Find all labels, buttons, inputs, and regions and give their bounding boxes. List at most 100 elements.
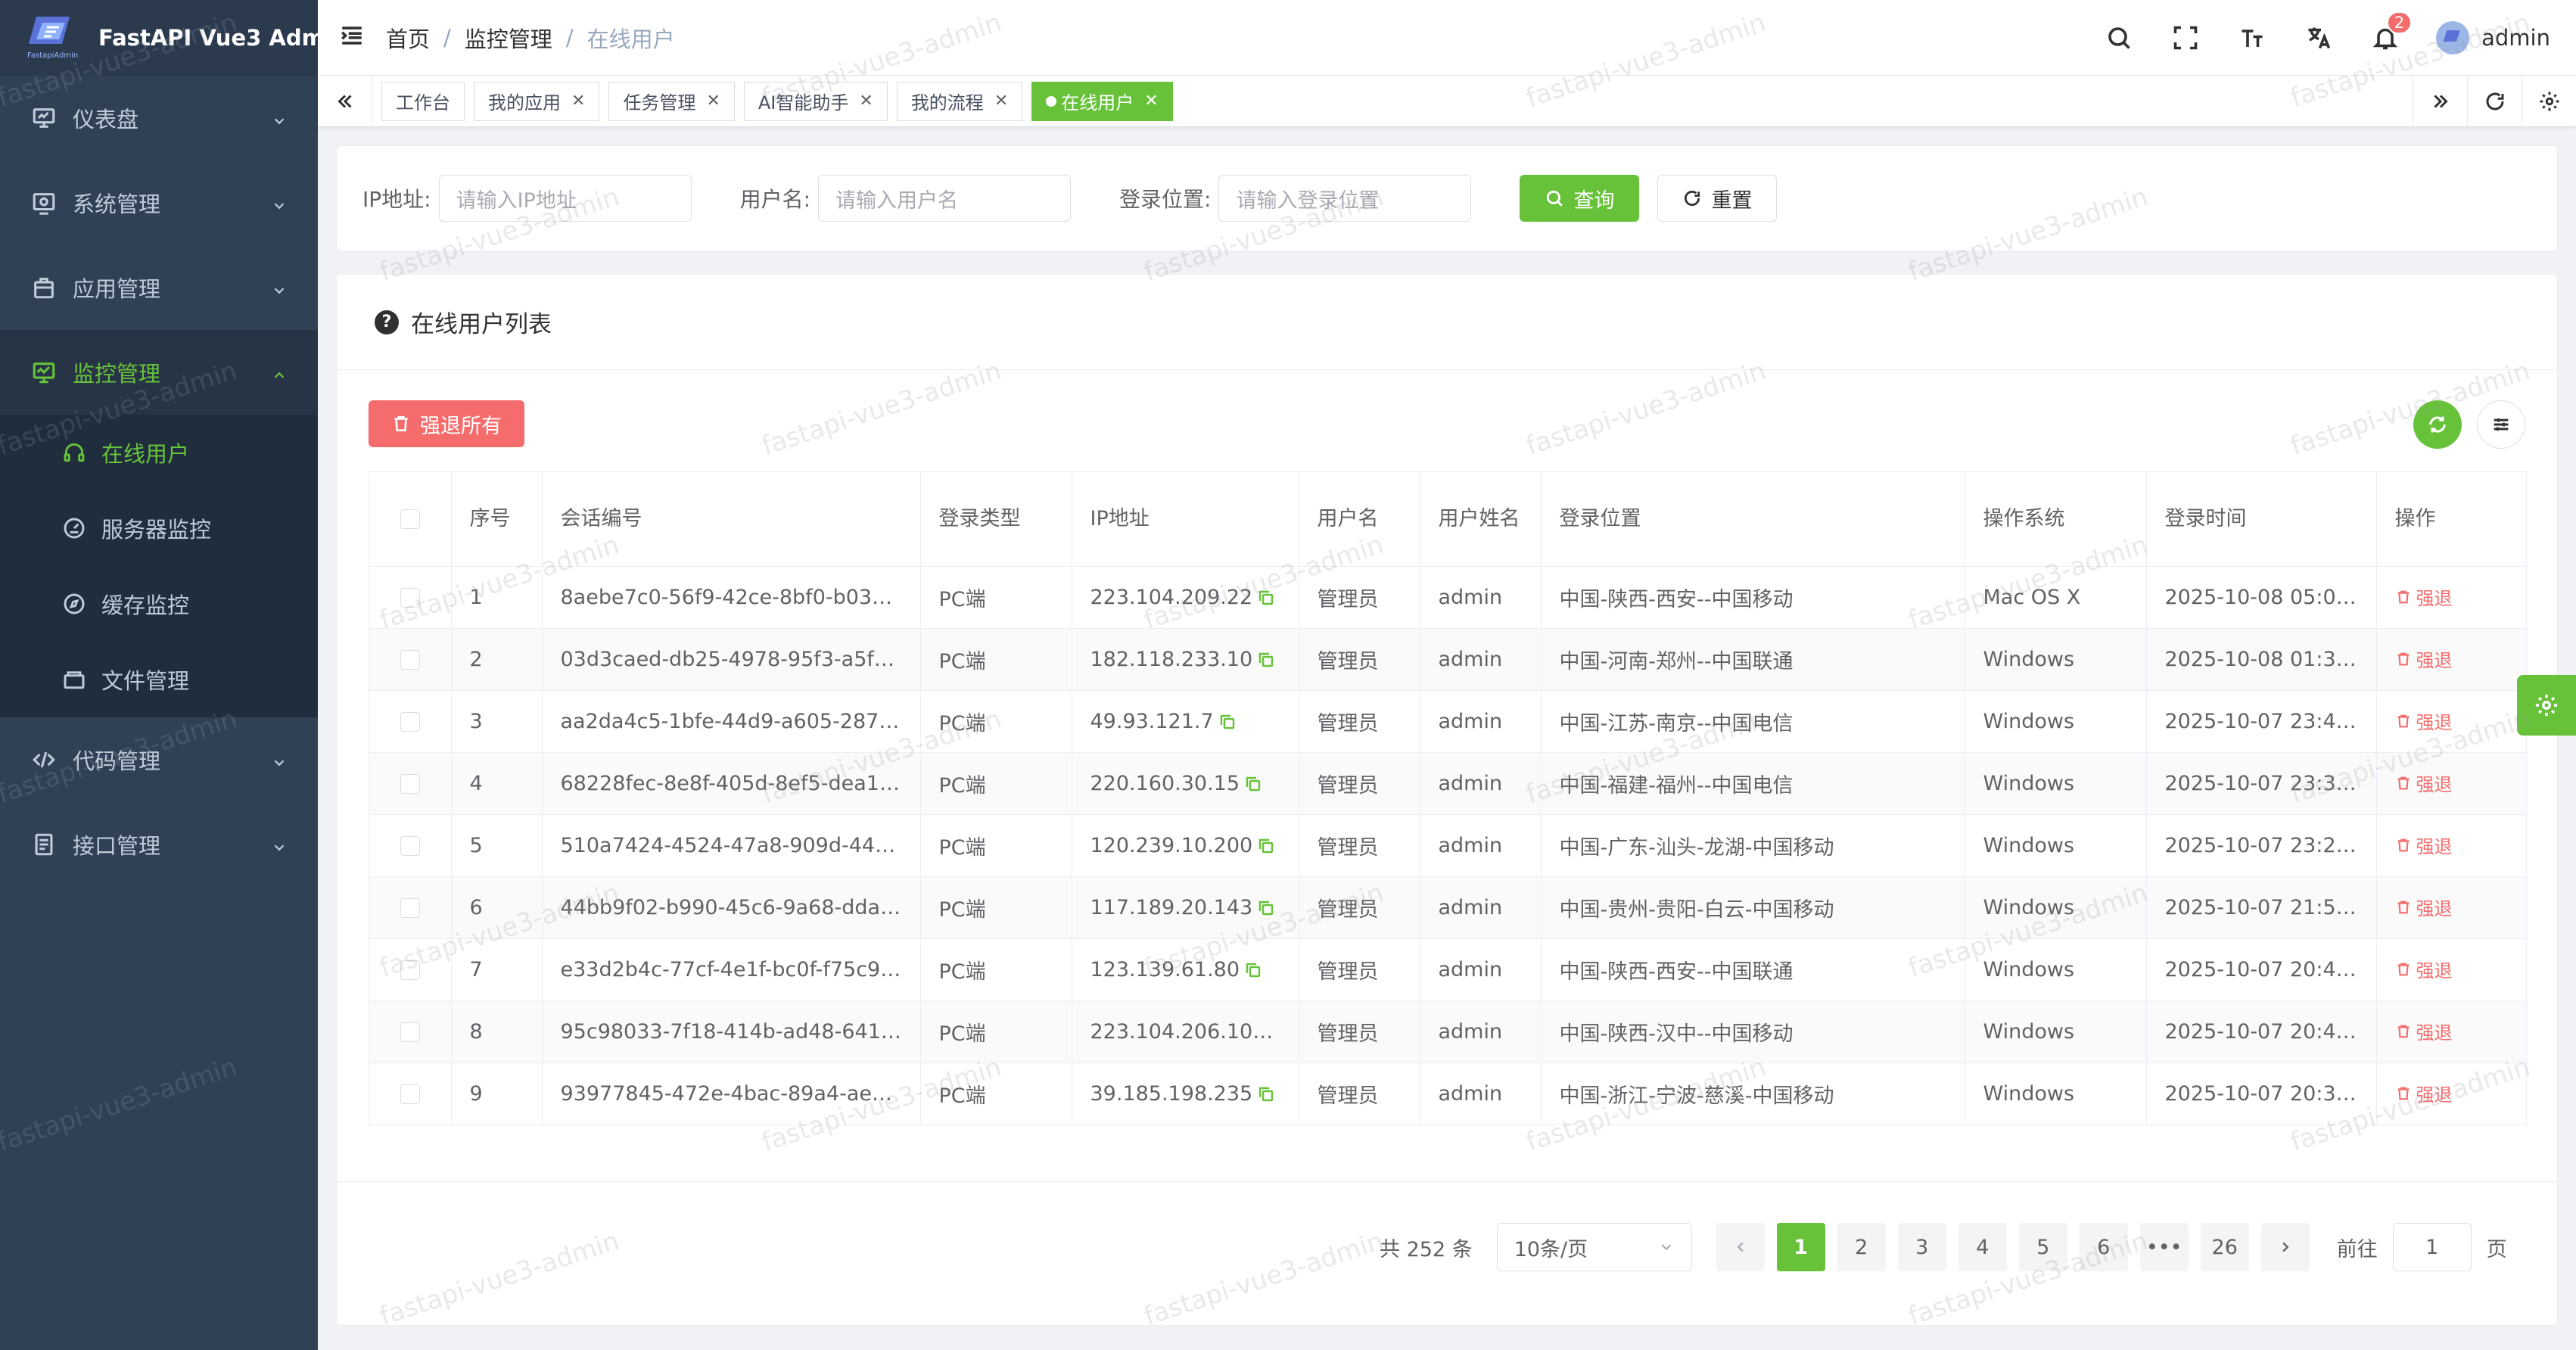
- tag-ai-assistant[interactable]: AI智能助手 ✕: [743, 81, 888, 121]
- row-select-cell[interactable]: [369, 1000, 452, 1063]
- sidebar-item-cache-monitor[interactable]: 缓存监控: [0, 566, 318, 642]
- more-pages-icon[interactable]: •••: [2139, 1223, 2189, 1271]
- kick-all-button[interactable]: 强退所有: [369, 400, 524, 447]
- select-all-cell[interactable]: [369, 472, 452, 567]
- row-checkbox[interactable]: [400, 774, 420, 794]
- copy-icon[interactable]: [1257, 837, 1275, 855]
- gear-icon[interactable]: [2522, 75, 2576, 127]
- row-checkbox[interactable]: [400, 588, 420, 608]
- settings-float-button[interactable]: [2517, 675, 2576, 736]
- breadcrumb-home[interactable]: 首页: [386, 22, 430, 54]
- avatar[interactable]: [2436, 20, 2470, 54]
- close-icon[interactable]: ✕: [859, 92, 873, 110]
- goto-page-input[interactable]: 1: [2392, 1223, 2472, 1271]
- page-4[interactable]: 4: [1958, 1223, 2007, 1271]
- sidebar-item-file-manage[interactable]: 文件管理: [0, 642, 318, 717]
- kick-button[interactable]: 强退: [2395, 1080, 2453, 1106]
- sidebar-item-code[interactable]: 代码管理: [0, 717, 318, 802]
- copy-icon[interactable]: [1218, 713, 1237, 731]
- sidebar-item-system[interactable]: 系统管理: [0, 160, 318, 245]
- close-icon[interactable]: ✕: [1144, 92, 1158, 110]
- refresh-tag-icon[interactable]: [2467, 75, 2522, 127]
- kick-button[interactable]: 强退: [2395, 832, 2453, 858]
- row-select-cell[interactable]: [369, 876, 452, 939]
- sidebar-item-online-users[interactable]: 在线用户: [0, 415, 318, 490]
- row-checkbox[interactable]: [400, 712, 420, 732]
- copy-icon[interactable]: [1257, 589, 1275, 607]
- tag-label: AI智能助手: [758, 92, 849, 114]
- logo[interactable]: FastapiAdmin FastAPI Vue3 Admin: [0, 0, 347, 76]
- page-1[interactable]: 1: [1776, 1223, 1825, 1271]
- page-26[interactable]: 26: [2200, 1223, 2249, 1271]
- kick-button[interactable]: 强退: [2395, 645, 2453, 672]
- copy-icon[interactable]: [1257, 651, 1275, 669]
- close-icon[interactable]: ✕: [706, 92, 720, 110]
- copy-icon[interactable]: [1257, 899, 1275, 917]
- copy-icon[interactable]: [1257, 1085, 1275, 1103]
- sidebar-item-api[interactable]: 接口管理: [0, 802, 318, 887]
- search-icon[interactable]: [2102, 20, 2136, 55]
- row-select-cell[interactable]: [369, 1062, 452, 1124]
- sidebar-item-apps[interactable]: 应用管理: [0, 245, 318, 330]
- tag-task-manage[interactable]: 任务管理 ✕: [608, 81, 735, 121]
- row-checkbox[interactable]: [400, 1084, 420, 1104]
- row-checkbox[interactable]: [400, 1022, 420, 1042]
- tag-my-apps[interactable]: 我的应用 ✕: [474, 81, 600, 121]
- breadcrumb-monitor[interactable]: 监控管理: [465, 22, 552, 54]
- cell-actions: 强退: [2376, 938, 2526, 1001]
- kick-button[interactable]: 强退: [2395, 956, 2453, 982]
- row-checkbox[interactable]: [400, 960, 420, 980]
- copy-icon[interactable]: [1244, 961, 1262, 979]
- page-3[interactable]: 3: [1897, 1223, 1946, 1271]
- font-size-icon[interactable]: [2235, 20, 2270, 55]
- row-select-cell[interactable]: [369, 628, 452, 691]
- ip-input[interactable]: 请输入IP地址: [438, 175, 692, 222]
- row-checkbox[interactable]: [400, 898, 420, 918]
- scroll-right-icon[interactable]: [2413, 75, 2467, 127]
- collapse-menu-icon[interactable]: [339, 23, 369, 53]
- page-2[interactable]: 2: [1837, 1223, 1886, 1271]
- column-settings-button[interactable]: [2477, 400, 2525, 449]
- kick-button[interactable]: 强退: [2395, 583, 2453, 610]
- close-icon[interactable]: ✕: [571, 92, 585, 110]
- cell-no: 3: [451, 690, 543, 753]
- sidebar-item-monitor[interactable]: 监控管理: [0, 330, 318, 415]
- sidebar-item-dashboard[interactable]: 仪表盘: [0, 76, 318, 160]
- fullscreen-icon[interactable]: [2168, 20, 2203, 55]
- query-button[interactable]: 查询: [1520, 175, 1640, 222]
- location-input[interactable]: 请输入登录位置: [1218, 175, 1472, 222]
- username-input[interactable]: 请输入用户名: [818, 175, 1072, 222]
- row-select-cell[interactable]: [369, 566, 452, 629]
- select-all-checkbox[interactable]: [400, 509, 420, 530]
- copy-icon[interactable]: [1244, 775, 1262, 793]
- ip-text: 117.189.20.143: [1090, 895, 1253, 919]
- tag-my-flow[interactable]: 我的流程 ✕: [896, 81, 1023, 121]
- next-page-button[interactable]: [2260, 1223, 2310, 1271]
- row-select-cell[interactable]: [369, 690, 452, 753]
- row-checkbox[interactable]: [400, 836, 420, 856]
- username[interactable]: admin: [2481, 25, 2550, 51]
- refresh-button[interactable]: [2413, 400, 2462, 449]
- bell-icon[interactable]: 2: [2368, 11, 2413, 55]
- kick-button[interactable]: 强退: [2395, 1018, 2453, 1044]
- tag-online-users[interactable]: 在线用户 ✕: [1031, 81, 1173, 121]
- pagination: 共 252 条 10条/页 1 2 3 4 5 6 ••• 26 前往 1 页: [337, 1181, 2557, 1272]
- page-5[interactable]: 5: [2018, 1223, 2067, 1271]
- row-checkbox[interactable]: [400, 650, 420, 670]
- translate-icon[interactable]: [2301, 20, 2336, 55]
- question-icon[interactable]: ?: [375, 310, 399, 334]
- close-icon[interactable]: ✕: [994, 92, 1008, 110]
- row-select-cell[interactable]: [369, 814, 452, 877]
- prev-page-button[interactable]: [1716, 1223, 1765, 1271]
- sidebar-item-server-monitor[interactable]: 服务器监控: [0, 490, 318, 566]
- row-select-cell[interactable]: [369, 938, 452, 1001]
- page-size-select[interactable]: 10条/页: [1496, 1223, 1692, 1271]
- scroll-left-icon[interactable]: [318, 75, 372, 127]
- kick-button[interactable]: 强退: [2395, 708, 2453, 734]
- page-6[interactable]: 6: [2079, 1223, 2128, 1271]
- tag-workbench[interactable]: 工作台: [381, 81, 465, 121]
- reset-button[interactable]: 重置: [1657, 175, 1778, 222]
- row-select-cell[interactable]: [369, 752, 452, 815]
- kick-button[interactable]: 强退: [2395, 770, 2453, 796]
- kick-button[interactable]: 强退: [2395, 894, 2453, 920]
